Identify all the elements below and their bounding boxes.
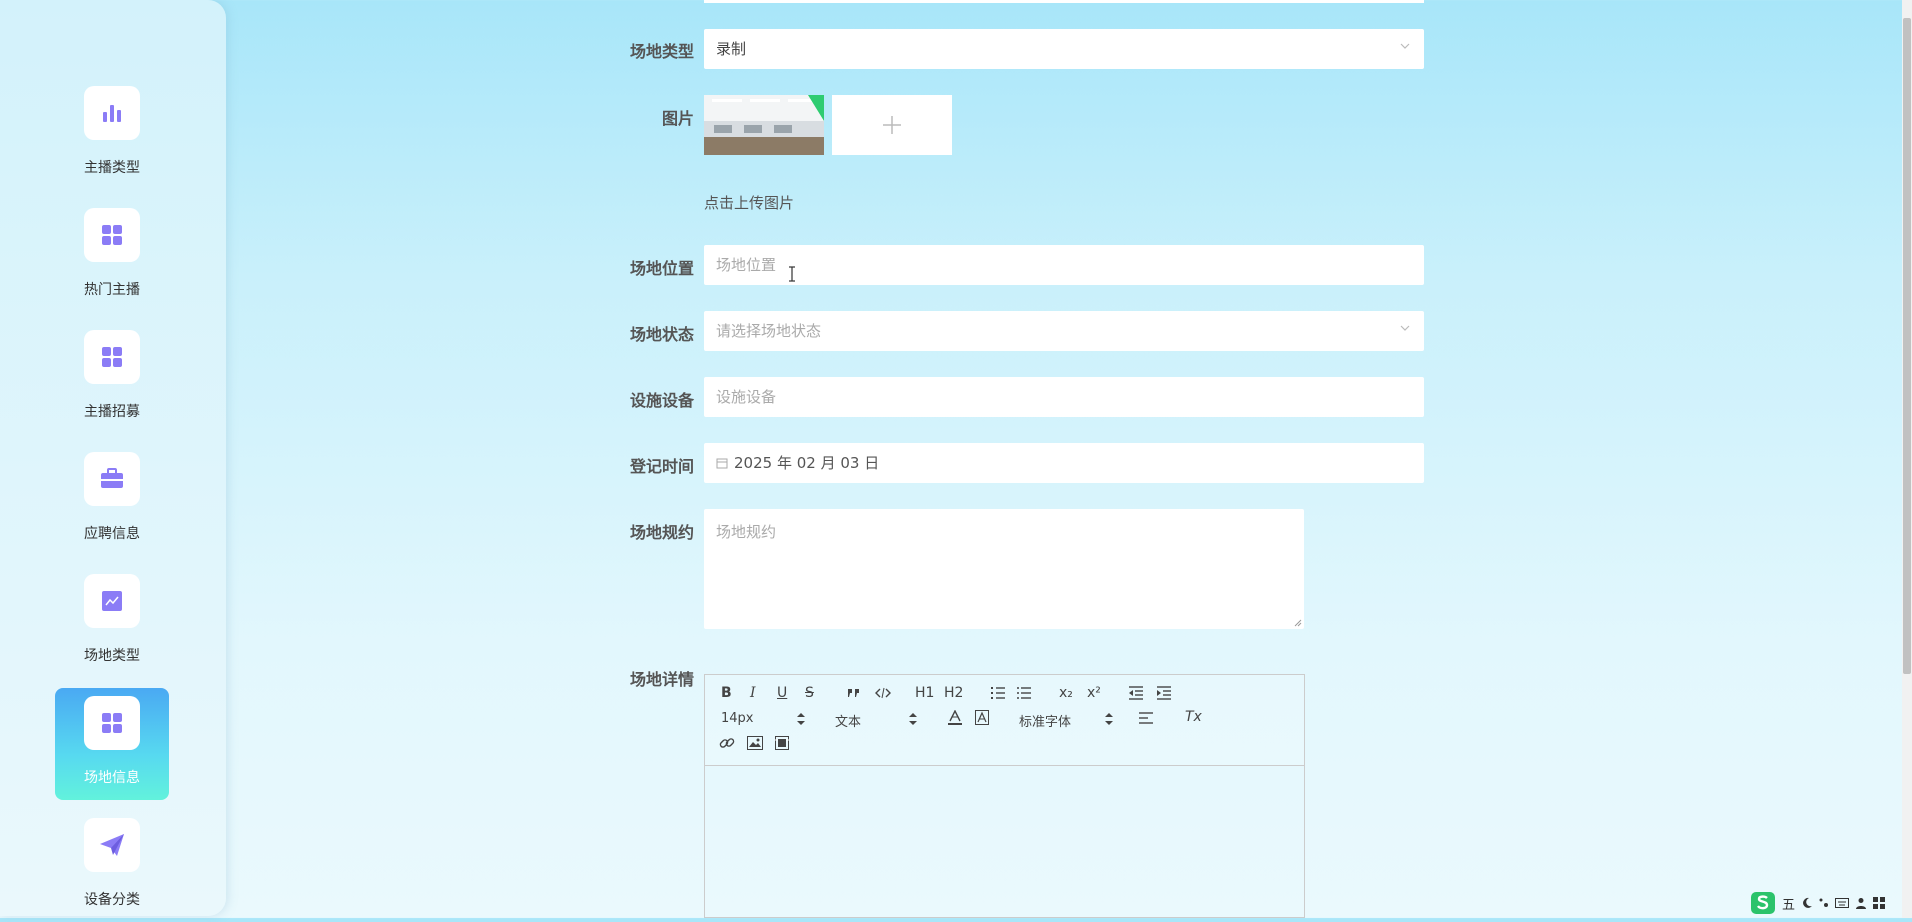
register-time-label: 登记时间: [629, 457, 694, 476]
venue-type-label: 场地类型: [629, 42, 694, 61]
keyboard-icon[interactable]: [1835, 897, 1850, 909]
plus-icon: [883, 116, 901, 134]
chevron-down-icon: [1400, 325, 1410, 331]
sidebar-item-anchor-type[interactable]: 主播类型: [55, 78, 169, 190]
outdent-icon[interactable]: [1129, 686, 1143, 700]
line-chart-icon: [84, 574, 140, 628]
sidebar-item-label: 应聘信息: [84, 526, 140, 542]
venue-details-label: 场地详情: [629, 670, 694, 689]
grid-icon: [84, 696, 140, 750]
sidebar-item-label: 主播招募: [84, 404, 140, 420]
indent-icon[interactable]: [1157, 686, 1171, 700]
updown-icon: [909, 713, 917, 725]
clear-format-button[interactable]: Tx: [1185, 709, 1202, 725]
image-label: 图片: [661, 109, 694, 128]
venue-rules-placeholder: 场地规约: [716, 523, 777, 541]
video-insert-icon[interactable]: [775, 736, 789, 750]
sidebar-item-label: 场地信息: [84, 770, 140, 786]
bold-button[interactable]: B: [721, 685, 732, 701]
sidebar-item-label: 场地类型: [84, 648, 140, 664]
font-family-select[interactable]: 标准字体: [1019, 711, 1071, 730]
heading-1-button[interactable]: H1: [915, 685, 934, 701]
apps-grid-icon[interactable]: [1873, 897, 1886, 909]
page-scrollbar[interactable]: [1902, 0, 1912, 918]
sidebar-item-applications[interactable]: 应聘信息: [55, 444, 169, 556]
register-time-picker[interactable]: 2025 年 02 月 03 日: [704, 443, 1424, 483]
scrollbar-thumb[interactable]: [1903, 18, 1911, 674]
background-color-icon[interactable]: [975, 710, 989, 726]
ime-mode-label[interactable]: 五: [1782, 894, 1795, 913]
sogou-ime-icon[interactable]: [1750, 891, 1776, 915]
rich-text-editor: B I U S H1 H2 x₂ x² 14px 文本 标准字体 Tx: [704, 674, 1305, 918]
moon-icon[interactable]: [1801, 897, 1813, 909]
venue-type-value: 录制: [716, 40, 747, 58]
sidebar-item-hot-anchor[interactable]: 热门主播: [55, 200, 169, 312]
office-photo-icon: [704, 95, 824, 155]
facilities-input[interactable]: 设施设备: [704, 377, 1424, 417]
calendar-icon: [716, 458, 728, 469]
previous-field-edge: [704, 0, 1424, 3]
italic-button[interactable]: I: [750, 685, 756, 701]
text-cursor-icon: [789, 266, 795, 282]
sidebar-item-venue-type[interactable]: 场地类型: [55, 566, 169, 678]
system-tray: 五: [1750, 890, 1902, 916]
sidebar-item-device-category[interactable]: 设备分类: [55, 810, 169, 922]
bar-chart-icon: [84, 86, 140, 140]
register-time-value: 2025 年 02 月 03 日: [734, 454, 880, 472]
subscript-button[interactable]: x₂: [1059, 685, 1073, 701]
venue-status-placeholder: 请选择场地状态: [716, 322, 822, 340]
editor-content-area[interactable]: [705, 766, 1304, 916]
sidebar: 主播类型 热门主播 主播招募 应聘信息 场地类型 场地信息 设备分类: [0, 0, 226, 916]
bullet-list-icon[interactable]: [1017, 686, 1031, 700]
upload-hint: 点击上传图片: [704, 194, 795, 212]
underline-button[interactable]: U: [777, 685, 787, 701]
venue-rules-label: 场地规约: [629, 523, 694, 542]
sidebar-item-anchor-recruit[interactable]: 主播招募: [55, 322, 169, 434]
venue-location-label: 场地位置: [629, 259, 694, 278]
paper-plane-icon: [84, 818, 140, 872]
font-size-select[interactable]: 14px: [721, 711, 754, 726]
venue-status-select[interactable]: 请选择场地状态: [704, 311, 1424, 351]
briefcase-icon: [84, 452, 140, 506]
facilities-label: 设施设备: [629, 391, 694, 410]
link-icon[interactable]: [719, 735, 735, 751]
updown-icon: [797, 713, 805, 725]
superscript-button[interactable]: x²: [1087, 685, 1101, 701]
venue-rules-textarea[interactable]: 场地规约: [704, 509, 1304, 629]
code-block-icon[interactable]: [875, 687, 891, 699]
grid-icon: [84, 208, 140, 262]
strikethrough-button[interactable]: S: [805, 685, 814, 701]
grid-icon: [84, 330, 140, 384]
resize-handle-icon[interactable]: [1294, 619, 1302, 627]
image-insert-icon[interactable]: [747, 736, 763, 750]
venue-location-placeholder: 场地位置: [716, 256, 777, 274]
sidebar-item-label: 热门主播: [84, 282, 140, 298]
heading-2-button[interactable]: H2: [944, 685, 963, 701]
venue-location-input[interactable]: 场地位置: [704, 245, 1424, 285]
sidebar-item-venue-info[interactable]: 场地信息: [55, 688, 169, 800]
align-left-icon[interactable]: [1139, 712, 1153, 724]
venue-image-thumbnail[interactable]: [704, 95, 824, 155]
image-upload-button[interactable]: [832, 95, 952, 155]
venue-status-label: 场地状态: [629, 325, 694, 344]
facilities-placeholder: 设施设备: [716, 388, 777, 406]
ordered-list-icon[interactable]: [991, 686, 1005, 700]
font-color-icon[interactable]: [948, 710, 962, 726]
blockquote-icon[interactable]: [847, 687, 861, 699]
sidebar-item-label: 主播类型: [84, 160, 140, 176]
updown-icon: [1105, 713, 1113, 725]
punctuation-icon[interactable]: [1819, 897, 1829, 909]
sidebar-item-label: 设备分类: [84, 892, 140, 908]
editor-toolbar: B I U S H1 H2 x₂ x² 14px 文本 标准字体 Tx: [705, 675, 1304, 766]
venue-type-select[interactable]: 录制: [704, 29, 1424, 69]
text-type-select[interactable]: 文本: [835, 711, 861, 730]
user-icon[interactable]: [1855, 897, 1867, 909]
chevron-down-icon: [1400, 43, 1410, 49]
